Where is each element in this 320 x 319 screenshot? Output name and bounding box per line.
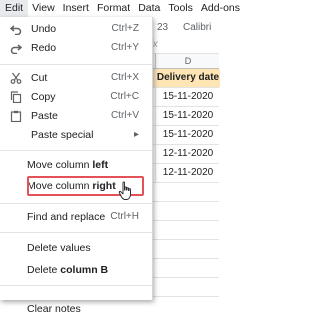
label-prefix: Move column [27,180,93,192]
menu-item-undo[interactable]: Undo Ctrl+Z [0,19,152,39]
date-cell[interactable]: 12-11-2020 [155,164,220,182]
clipboard-icon [9,106,23,126]
menu-item-redo[interactable]: Redo Ctrl+Y [0,38,152,58]
menu-item-label: Cut [31,72,48,84]
column-letter-d[interactable]: D [155,54,220,68]
menu-insert[interactable]: Insert [59,0,93,17]
date-cell[interactable]: 15-11-2020 [155,107,220,125]
menu-divider [0,285,152,286]
menu-tools[interactable]: Tools [164,0,197,17]
label-prefix: Delete [27,264,61,276]
shortcut-label: Ctrl+H [110,211,139,222]
menu-item-label: Paste [31,110,58,122]
menu-item-label: Delete column B [27,260,108,280]
menu-item-clear-notes[interactable]: Clear notes [0,299,152,319]
menu-view[interactable]: View [28,0,59,17]
menu-data[interactable]: Data [134,0,164,17]
menu-item-copy[interactable]: Copy Ctrl+C [0,87,152,107]
label-bold: right [92,180,116,192]
menu-item-move-column-left[interactable]: Move column left [0,155,152,175]
menu-item-paste-special[interactable]: Paste special ▸ [0,125,152,145]
hand-cursor-icon [118,181,131,200]
menu-item-label: Clear notes [27,303,81,315]
date-cell[interactable]: 12-11-2020 [155,145,220,163]
label-prefix: Move column [27,159,93,171]
menu-item-delete-values[interactable]: Delete values [0,238,152,258]
label-bold: column B [60,264,109,276]
menu-item-paste[interactable]: Paste Ctrl+V [0,106,152,126]
menu-item-label: Paste special [31,129,94,141]
menu-item-label: Move column left [27,155,108,175]
menu-edit[interactable]: Edit [0,0,29,17]
zoom-value[interactable]: 23 [157,22,168,33]
submenu-arrow-icon: ▸ [133,129,139,140]
shortcut-label: Ctrl+Y [110,42,139,53]
menu-item-find-and-replace[interactable]: Find and replace Ctrl+H [0,207,152,227]
menu-item-label: Undo [31,23,57,35]
shortcut-label: Ctrl+C [110,91,139,102]
scissors-icon [9,68,23,88]
menu-divider [0,232,152,233]
shortcut-label: Ctrl+V [110,110,139,121]
menu-item-label: Delete values [27,242,91,254]
menu-item-label: Copy [31,91,56,103]
menu-item-delete-column[interactable]: Delete column B [0,260,152,280]
copy-icon [9,87,23,107]
shortcut-label: Ctrl+Z [111,23,140,34]
shortcut-label: Ctrl+X [110,72,139,83]
edit-menu-dropdown: Undo Ctrl+Z Redo Ctrl+Y Cut Ctrl+X Copy … [0,17,153,315]
redo-icon [9,38,23,58]
menu-divider [0,64,152,65]
menu-divider [0,203,152,204]
undo-icon [9,19,23,39]
label-bold: left [92,159,109,171]
menu-divider [0,150,152,151]
header-cell-delivery-date[interactable]: Delivery date [155,69,220,87]
menu-item-label: Find and replace [27,211,106,223]
menu-add-ons[interactable]: Add-ons [197,0,244,17]
date-cell[interactable]: 15-11-2020 [155,88,220,106]
menu-item-label: Move column right [27,176,116,196]
date-cell[interactable]: 15-11-2020 [155,126,220,144]
menu-item-cut[interactable]: Cut Ctrl+X [0,68,152,88]
menu-item-label: Redo [31,42,57,54]
menu-bar: Edit View Insert Format Data Tools Add-o… [0,0,240,18]
font-selector[interactable]: Calibri [183,22,211,33]
menu-format[interactable]: Format [93,0,134,17]
